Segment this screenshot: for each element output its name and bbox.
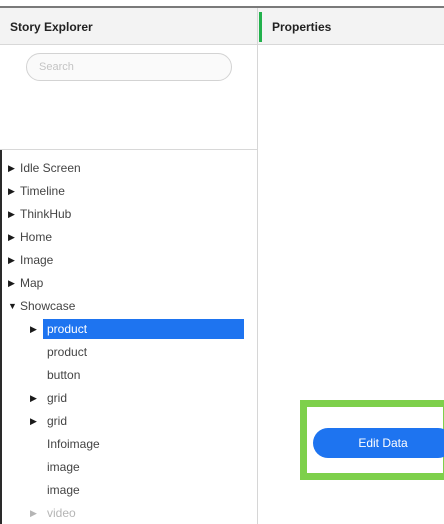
- expand-arrow-icon[interactable]: ▶: [8, 227, 15, 247]
- story-explorer-title: Story Explorer: [10, 20, 93, 34]
- tree-item-label: Idle Screen: [20, 161, 81, 175]
- tree-item-label: ThinkHub: [20, 207, 72, 221]
- properties-title: Properties: [272, 20, 332, 34]
- tree-item-label: Home: [20, 230, 53, 244]
- expand-arrow-icon[interactable]: ▶: [30, 503, 37, 523]
- tree-item-label: Infoimage: [47, 437, 100, 451]
- expand-arrow-icon[interactable]: ▶: [8, 158, 15, 178]
- tree-item-label: product: [47, 345, 88, 359]
- tree-item-label: grid: [47, 391, 68, 405]
- expand-arrow-icon[interactable]: ▶: [30, 388, 37, 408]
- window-top-edge: [0, 0, 444, 8]
- active-panel-accent: [259, 12, 262, 42]
- search-area: [0, 45, 257, 150]
- expand-arrow-icon[interactable]: ▶: [8, 204, 15, 224]
- expand-arrow-icon[interactable]: ▶: [8, 181, 15, 201]
- tree-item-label: Map: [20, 276, 44, 290]
- edit-data-button[interactable]: Edit Data: [313, 428, 444, 458]
- tree-item-label: image: [47, 483, 80, 497]
- tree-item-label: Timeline: [20, 184, 65, 198]
- search-input[interactable]: [26, 53, 232, 81]
- expand-arrow-icon[interactable]: ▶: [8, 250, 15, 270]
- tree-item-label: Showcase: [20, 299, 76, 313]
- story-explorer-panel: Story Explorer ▶ Idle Screen ▶ Timeline …: [0, 8, 258, 524]
- tree-item-label: video: [47, 506, 76, 520]
- tree-item-label: Image: [20, 253, 54, 267]
- story-explorer-header: Story Explorer: [0, 8, 257, 45]
- expand-arrow-icon[interactable]: ▶: [30, 411, 37, 431]
- tree-item-label: product: [47, 322, 88, 336]
- tree-item-label: image: [47, 460, 80, 474]
- properties-header: Properties: [258, 8, 444, 45]
- collapse-arrow-icon[interactable]: ▼: [8, 296, 17, 316]
- tree-item-label: button: [47, 368, 81, 382]
- expand-arrow-icon[interactable]: ▶: [8, 273, 15, 293]
- expand-arrow-icon[interactable]: ▶: [30, 319, 37, 339]
- tree-item-product-selected[interactable]: ▶ product: [0, 319, 256, 339]
- tree-item-label: grid: [47, 414, 68, 428]
